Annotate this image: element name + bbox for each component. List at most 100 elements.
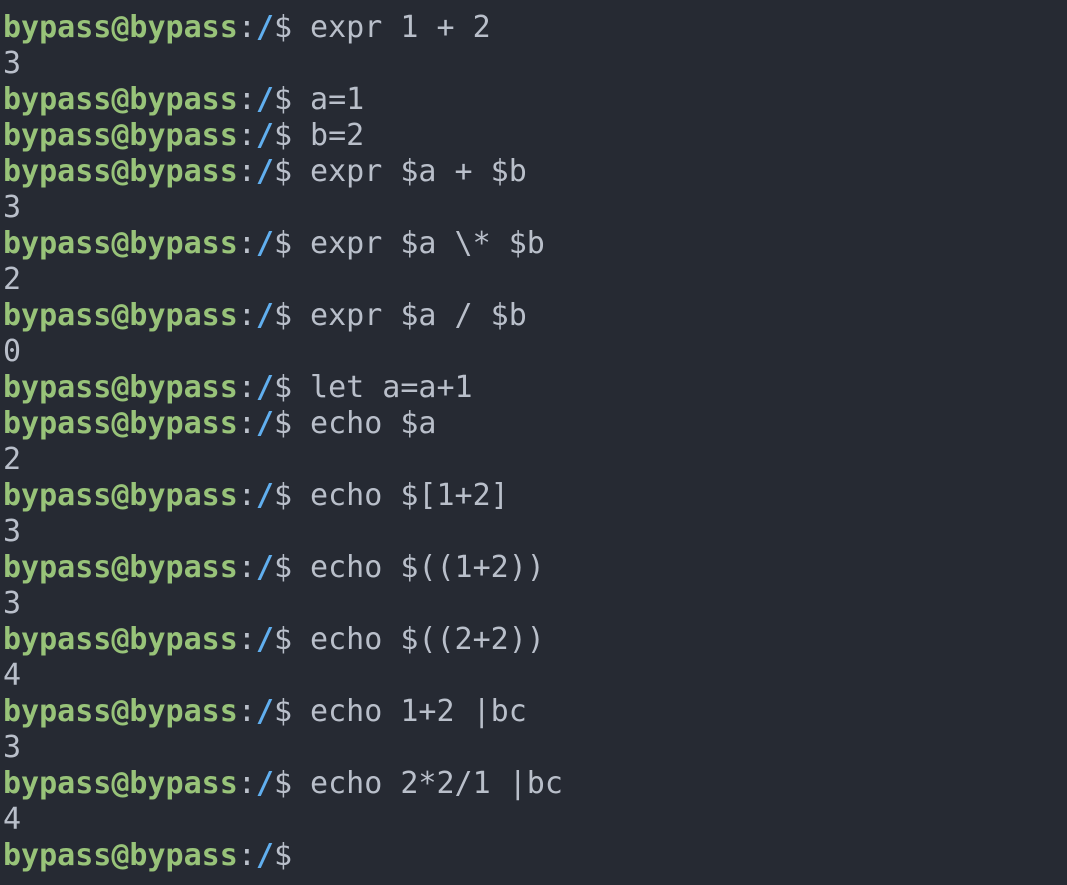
output-text: 3 — [3, 514, 22, 549]
prompt-separator: : — [237, 478, 256, 513]
prompt-symbol: $ — [273, 82, 292, 117]
command-text: echo $((1+2)) — [292, 550, 545, 585]
prompt-path: / — [255, 154, 274, 189]
prompt-symbol: $ — [273, 622, 292, 657]
prompt-path: / — [255, 370, 274, 405]
prompt-user-host: bypass@bypass — [3, 766, 238, 801]
prompt-line: bypass@bypass:/$ let a=a+1 — [3, 370, 1067, 406]
prompt-symbol: $ — [273, 298, 292, 333]
command-text: expr 1 + 2 — [292, 10, 491, 45]
prompt-user-host: bypass@bypass — [3, 82, 238, 117]
prompt-line: bypass@bypass:/$ echo 2*2/1 |bc — [3, 766, 1067, 802]
prompt-path: / — [255, 478, 274, 513]
terminal-window[interactable]: bypass@bypass:/$ expr 1 + 2 3 bypass@bypas… — [0, 0, 1067, 885]
prompt-separator: : — [237, 298, 256, 333]
output-text: 3 — [3, 190, 22, 225]
output-text: 2 — [3, 442, 22, 477]
output-line: 0 — [3, 334, 1067, 370]
prompt-path: / — [255, 82, 274, 117]
prompt-user-host: bypass@bypass — [3, 226, 238, 261]
prompt-line: bypass@bypass:/$ echo $((2+2)) — [3, 622, 1067, 658]
prompt-line: bypass@bypass:/$ echo 1+2 |bc — [3, 694, 1067, 730]
prompt-user-host: bypass@bypass — [3, 550, 238, 585]
prompt-user-host: bypass@bypass — [3, 622, 238, 657]
prompt-path: / — [255, 226, 274, 261]
prompt-user-host: bypass@bypass — [3, 478, 238, 513]
prompt-symbol: $ — [273, 10, 292, 45]
prompt-separator: : — [237, 10, 256, 45]
prompt-symbol: $ — [273, 550, 292, 585]
output-text: 3 — [3, 46, 22, 81]
prompt-path: / — [255, 118, 274, 153]
prompt-user-host: bypass@bypass — [3, 370, 238, 405]
prompt-line: bypass@bypass:/$ expr $a \* $b — [3, 226, 1067, 262]
command-text: let a=a+1 — [292, 370, 473, 405]
prompt-separator: : — [237, 370, 256, 405]
prompt-line: bypass@bypass:/$ expr $a / $b — [3, 298, 1067, 334]
output-text: 3 — [3, 586, 22, 621]
prompt-symbol: $ — [273, 838, 292, 873]
prompt-path: / — [255, 298, 274, 333]
command-text: b=2 — [292, 118, 365, 153]
output-line: 3 — [3, 46, 1067, 82]
command-text: echo $((2+2)) — [292, 622, 545, 657]
output-text: 3 — [3, 730, 22, 765]
output-line: 3 — [3, 586, 1067, 622]
prompt-user-host: bypass@bypass — [3, 10, 238, 45]
output-line: 2 — [3, 262, 1067, 298]
output-line: 4 — [3, 658, 1067, 694]
prompt-symbol: $ — [273, 226, 292, 261]
prompt-separator: : — [237, 766, 256, 801]
output-text: 4 — [3, 658, 22, 693]
command-text: echo 2*2/1 |bc — [292, 766, 563, 801]
prompt-separator: : — [237, 694, 256, 729]
prompt-separator: : — [237, 82, 256, 117]
prompt-symbol: $ — [273, 154, 292, 189]
prompt-symbol: $ — [273, 694, 292, 729]
prompt-user-host: bypass@bypass — [3, 154, 238, 189]
prompt-separator: : — [237, 118, 256, 153]
output-line: 3 — [3, 730, 1067, 766]
command-text: echo 1+2 |bc — [292, 694, 527, 729]
prompt-user-host: bypass@bypass — [3, 298, 238, 333]
active-prompt-line[interactable]: bypass@bypass:/$ — [3, 838, 1067, 874]
prompt-symbol: $ — [273, 478, 292, 513]
prompt-user-host: bypass@bypass — [3, 694, 238, 729]
command-text: expr $a + $b — [292, 154, 527, 189]
prompt-symbol: $ — [273, 406, 292, 441]
prompt-separator: : — [237, 154, 256, 189]
prompt-symbol: $ — [273, 370, 292, 405]
command-text: echo $[1+2] — [292, 478, 509, 513]
output-text: 4 — [3, 802, 22, 837]
prompt-path: / — [255, 766, 274, 801]
output-text: 2 — [3, 262, 22, 297]
prompt-path: / — [255, 622, 274, 657]
prompt-separator: : — [237, 622, 256, 657]
prompt-line: bypass@bypass:/$ echo $a — [3, 406, 1067, 442]
command-text: a=1 — [292, 82, 365, 117]
output-line: 4 — [3, 802, 1067, 838]
command-text: echo $a — [292, 406, 437, 441]
output-line: 3 — [3, 190, 1067, 226]
prompt-path: / — [255, 838, 274, 873]
prompt-separator: : — [237, 550, 256, 585]
output-line: 3 — [3, 514, 1067, 550]
command-text: expr $a \* $b — [292, 226, 545, 261]
prompt-path: / — [255, 550, 274, 585]
prompt-separator: : — [237, 226, 256, 261]
prompt-path: / — [255, 10, 274, 45]
prompt-separator: : — [237, 406, 256, 441]
prompt-line: bypass@bypass:/$ echo $[1+2] — [3, 478, 1067, 514]
prompt-path: / — [255, 406, 274, 441]
prompt-path: / — [255, 694, 274, 729]
prompt-line: bypass@bypass:/$ a=1 — [3, 82, 1067, 118]
prompt-line: bypass@bypass:/$ b=2 — [3, 118, 1067, 154]
prompt-user-host: bypass@bypass — [3, 118, 238, 153]
prompt-symbol: $ — [273, 766, 292, 801]
prompt-user-host: bypass@bypass — [3, 838, 238, 873]
output-text: 0 — [3, 334, 22, 369]
prompt-line: bypass@bypass:/$ expr $a + $b — [3, 154, 1067, 190]
prompt-separator: : — [237, 838, 256, 873]
command-text: expr $a / $b — [292, 298, 527, 333]
prompt-line: bypass@bypass:/$ echo $((1+2)) — [3, 550, 1067, 586]
